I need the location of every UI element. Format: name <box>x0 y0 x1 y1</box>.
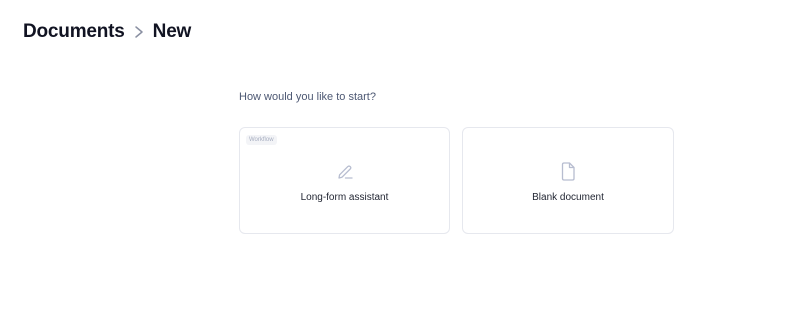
long-form-assistant-label: Long-form assistant <box>300 192 389 203</box>
blank-document-label: Blank document <box>532 192 604 203</box>
start-prompt: How would you like to start? <box>239 91 376 103</box>
breadcrumb-current: New <box>152 21 192 42</box>
file-icon <box>559 162 577 181</box>
long-form-assistant-card[interactable]: Workflow Long-form assistant <box>239 127 450 234</box>
breadcrumb-documents-link[interactable]: Documents <box>23 21 125 43</box>
workflow-tag: Workflow <box>246 135 277 145</box>
pencil-icon <box>336 162 354 181</box>
breadcrumb: Documents New <box>23 19 191 45</box>
chevron-right-icon <box>131 19 147 45</box>
blank-document-card[interactable]: Blank document <box>462 127 674 234</box>
